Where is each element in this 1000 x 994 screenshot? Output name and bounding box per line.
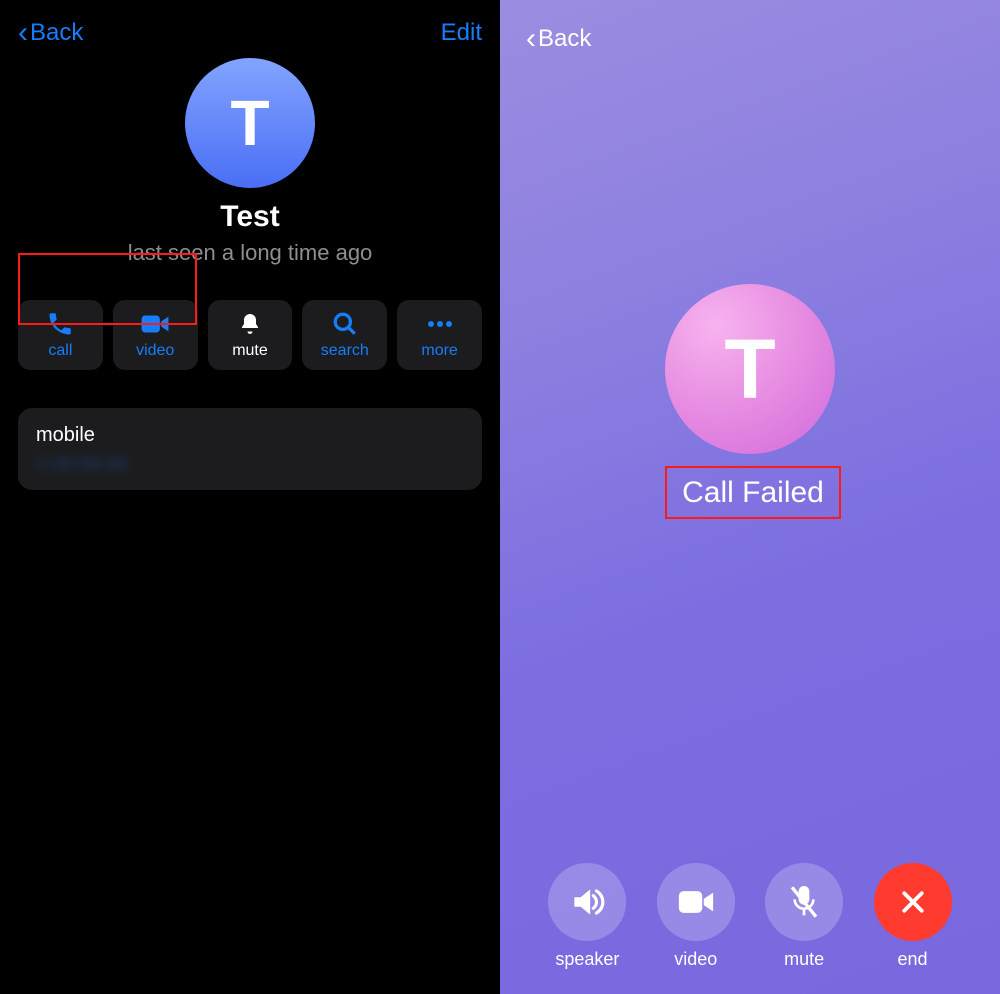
call-controls-row: speaker video mute end [500, 863, 1000, 970]
edit-button[interactable]: Edit [441, 19, 482, 47]
chevron-left-icon: ‹ [18, 18, 28, 48]
back-button[interactable]: ‹ Back [18, 18, 83, 48]
mobile-field[interactable]: mobile + ••• ••• ••• [18, 408, 482, 490]
mobile-value: + ••• ••• ••• [36, 453, 464, 476]
mute-button[interactable]: mute [765, 863, 843, 970]
action-buttons-row: call video mute search m [18, 300, 482, 370]
video-label: video [674, 949, 717, 970]
end-label: end [898, 949, 928, 970]
mic-off-icon [765, 863, 843, 941]
call-label: call [48, 342, 72, 360]
phone-icon [46, 311, 74, 337]
annotation-highlight-status: Call Failed [665, 466, 841, 519]
speaker-button[interactable]: speaker [548, 863, 626, 970]
call-screen: ‹ Back T Call Failed speaker video mute [500, 0, 1000, 994]
end-button[interactable]: end [874, 863, 952, 970]
video-button[interactable]: video [113, 300, 198, 370]
mute-button[interactable]: mute [208, 300, 293, 370]
more-icon [426, 311, 454, 337]
contact-profile-screen: ‹ Back Edit T Test last seen a long time… [0, 0, 500, 994]
last-seen-status: last seen a long time ago [18, 240, 482, 266]
nav-bar: ‹ Back Edit [18, 18, 482, 48]
more-label: more [421, 342, 457, 360]
back-label: Back [538, 25, 591, 53]
speaker-label: speaker [555, 949, 619, 970]
video-button[interactable]: video [657, 863, 735, 970]
video-icon [657, 863, 735, 941]
mute-label: mute [232, 342, 268, 360]
more-button[interactable]: more [397, 300, 482, 370]
search-label: search [321, 342, 369, 360]
call-button[interactable]: call [18, 300, 103, 370]
avatar: T [665, 284, 835, 454]
speaker-icon [548, 863, 626, 941]
back-button[interactable]: ‹ Back [526, 24, 974, 54]
mute-label: mute [784, 949, 824, 970]
mobile-label: mobile [36, 424, 464, 447]
chevron-left-icon: ‹ [526, 24, 536, 54]
video-label: video [136, 342, 174, 360]
back-label: Back [30, 19, 83, 47]
video-icon [140, 311, 170, 337]
bell-icon [238, 311, 262, 337]
search-button[interactable]: search [302, 300, 387, 370]
call-status: Call Failed [682, 476, 824, 510]
avatar[interactable]: T [185, 58, 315, 188]
contact-name: Test [18, 200, 482, 234]
close-icon [874, 863, 952, 941]
search-icon [332, 311, 358, 337]
